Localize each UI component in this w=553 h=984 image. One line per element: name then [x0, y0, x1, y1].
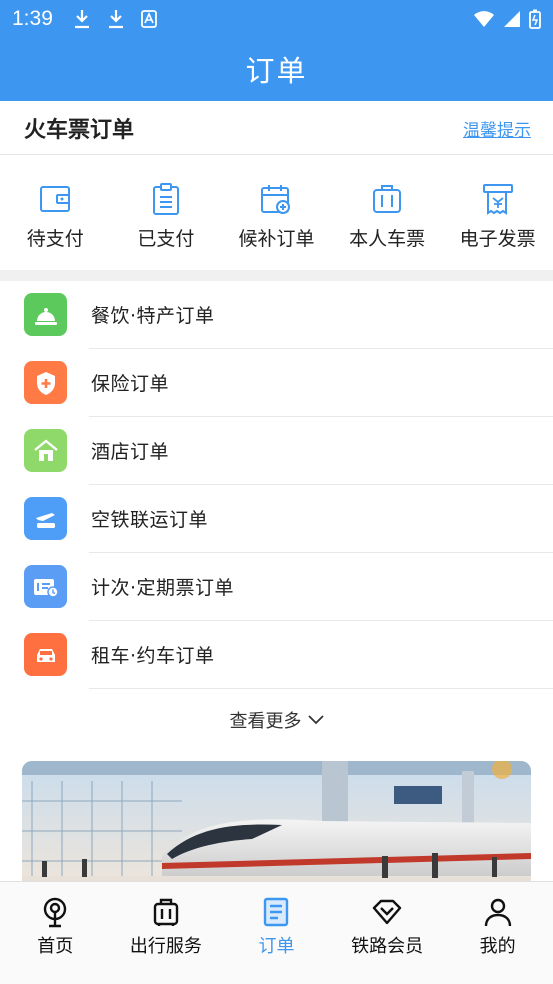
- nav-label: 订单: [258, 936, 295, 957]
- order-item-hotel[interactable]: 酒店订单: [0, 417, 553, 485]
- order-item-insurance[interactable]: 保险订单: [0, 349, 553, 417]
- wifi-icon: [474, 11, 494, 27]
- download-icon: [108, 10, 123, 29]
- quick-label: 待支付: [26, 228, 84, 250]
- nav-orders[interactable]: 订单: [221, 882, 332, 984]
- wallet-icon: [40, 186, 71, 212]
- order-list: 餐饮·特产订单 保险订单 酒店订单 空铁联运订单 计次·定期票订单 租车·约车订…: [0, 281, 553, 689]
- view-more-button[interactable]: 查看更多: [0, 700, 553, 740]
- app-root: 1:39 订单 火车票订单 温馨提示 待支付 已支付 候补订单 本人车票 电子发…: [0, 0, 553, 984]
- page-title: 订单: [245, 54, 308, 88]
- calendar-add-icon: [261, 185, 291, 214]
- nav-travel-services[interactable]: 出行服务: [111, 882, 222, 984]
- quick-item-paid[interactable]: 已支付: [111, 156, 222, 270]
- ticket-clock-icon: [24, 565, 67, 608]
- translate-icon: [140, 10, 157, 28]
- nav-label: 首页: [37, 936, 74, 957]
- quick-label: 电子发票: [459, 228, 536, 250]
- clipboard-icon: [152, 183, 179, 215]
- quick-item-my-tickets[interactable]: 本人车票: [332, 156, 443, 270]
- order-item-air-rail[interactable]: 空铁联运订单: [0, 485, 553, 553]
- order-item-periodic-ticket[interactable]: 计次·定期票订单: [0, 553, 553, 621]
- battery-icon: [529, 9, 541, 29]
- divider: [89, 688, 553, 689]
- nav-profile[interactable]: 我的: [442, 882, 553, 984]
- luggage-icon: [153, 898, 179, 926]
- status-time: 1:39: [12, 7, 53, 30]
- order-item-dining[interactable]: 餐饮·特产订单: [0, 281, 553, 349]
- shield-cross-icon: [24, 361, 67, 404]
- quick-item-waitlist[interactable]: 候补订单: [221, 156, 332, 270]
- nav-label: 我的: [479, 936, 516, 957]
- plane-train-icon: [24, 497, 67, 540]
- train-orders-header: 火车票订单 温馨提示: [0, 101, 553, 155]
- nav-label: 出行服务: [129, 936, 202, 957]
- order-label: 酒店订单: [91, 441, 170, 463]
- promo-banner[interactable]: [22, 761, 531, 901]
- order-label: 餐饮·特产订单: [91, 305, 215, 327]
- person-icon: [484, 898, 511, 927]
- bottom-nav: 首页 出行服务 订单 铁路会员 我的: [0, 881, 553, 984]
- train-station-illustration: [22, 761, 531, 901]
- quick-label: 候补订单: [238, 228, 315, 250]
- quick-label: 本人车票: [349, 228, 426, 250]
- section-divider: [0, 270, 553, 281]
- section-title: 火车票订单: [24, 118, 135, 143]
- order-label: 空铁联运订单: [91, 509, 209, 531]
- view-more-label: 查看更多: [229, 711, 302, 732]
- nav-label: 铁路会员: [351, 936, 424, 957]
- diamond-icon: [372, 899, 402, 925]
- status-bar: 1:39: [0, 0, 553, 38]
- order-label: 计次·定期票订单: [91, 577, 235, 599]
- car-icon: [24, 633, 67, 676]
- order-label: 租车·约车订单: [91, 645, 215, 667]
- quick-item-pending-payment[interactable]: 待支付: [0, 156, 111, 270]
- invoice-icon: [482, 184, 513, 215]
- nav-home[interactable]: 首页: [0, 882, 111, 984]
- tips-link[interactable]: 温馨提示: [463, 116, 531, 141]
- ticket-status-row: 待支付 已支付 候补订单 本人车票 电子发票: [0, 156, 553, 270]
- dining-bell-icon: [24, 293, 67, 336]
- download-icon: [74, 10, 89, 29]
- suitcase-icon: [373, 185, 402, 213]
- railway-logo-icon: [44, 897, 67, 928]
- chevron-down-icon: [307, 715, 324, 725]
- order-label: 保险订单: [91, 373, 170, 395]
- header: 1:39 订单: [0, 0, 553, 101]
- order-doc-icon: [264, 897, 289, 927]
- quick-item-e-invoice[interactable]: 电子发票: [442, 156, 553, 270]
- order-item-car-rental[interactable]: 租车·约车订单: [0, 621, 553, 689]
- quick-label: 已支付: [137, 228, 195, 250]
- nav-membership[interactable]: 铁路会员: [332, 882, 443, 984]
- hotel-icon: [24, 429, 67, 472]
- signal-icon: [504, 11, 520, 27]
